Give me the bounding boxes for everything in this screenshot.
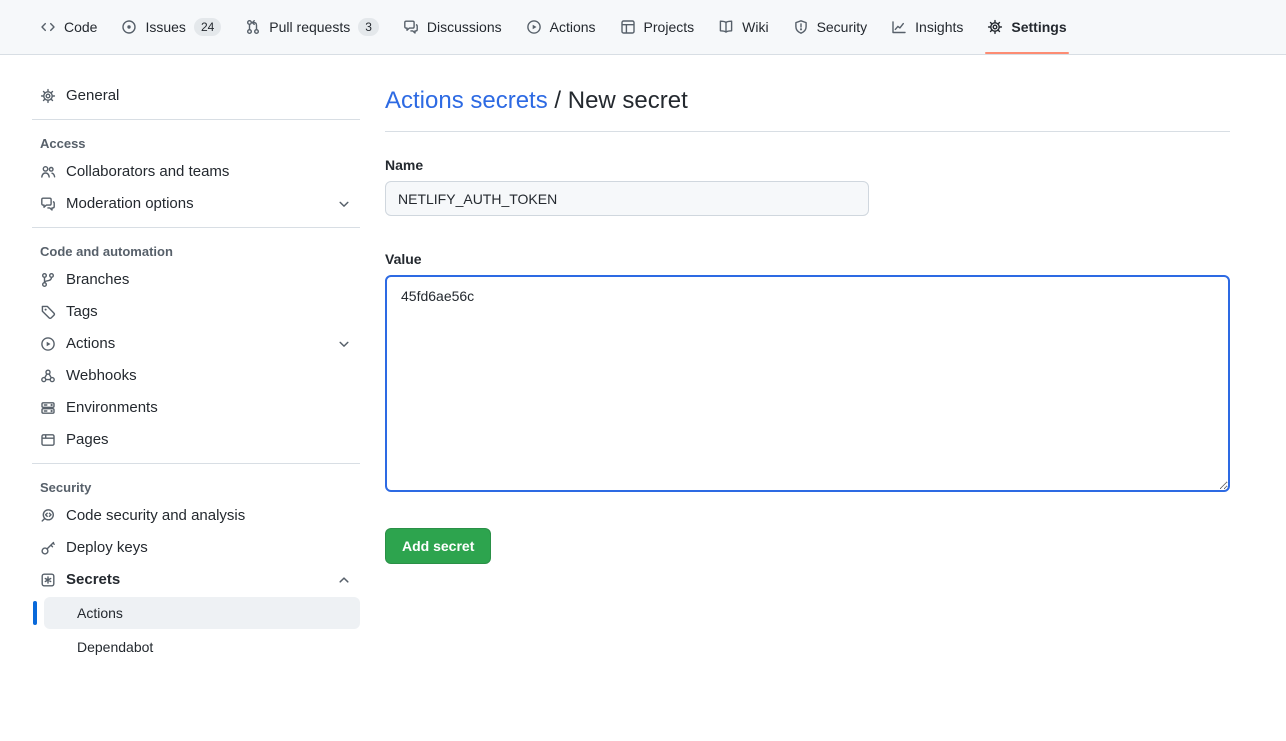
issues-count-badge: 24	[194, 18, 221, 36]
add-secret-button[interactable]: Add secret	[385, 528, 491, 564]
sidebar-item-pages[interactable]: Pages	[32, 424, 360, 455]
tab-projects[interactable]: Projects	[608, 0, 707, 54]
tab-insights[interactable]: Insights	[879, 0, 975, 54]
settings-sidebar: General Access Collaborators and teams M…	[32, 79, 360, 665]
tab-label: Projects	[644, 19, 695, 35]
sidebar-item-actions[interactable]: Actions	[32, 328, 360, 359]
secret-name-input[interactable]	[385, 181, 869, 216]
sidebar-section-security: Security	[32, 472, 360, 499]
sidebar-item-label: Webhooks	[66, 367, 352, 384]
sidebar-section-code-and-automation: Code and automation	[32, 236, 360, 263]
play-icon	[40, 336, 56, 352]
sidebar-item-label: Branches	[66, 271, 352, 288]
breadcrumb-current: New secret	[568, 87, 688, 114]
sidebar-item-label: General	[66, 87, 352, 104]
chevron-up-icon	[336, 572, 352, 588]
tab-label: Code	[64, 19, 97, 35]
divider	[32, 227, 360, 228]
tab-settings[interactable]: Settings	[975, 0, 1078, 54]
tab-label: Actions	[550, 19, 596, 35]
tab-label: Insights	[915, 19, 963, 35]
play-icon	[526, 19, 542, 35]
new-secret-panel: Actions secrets / New secret Name Value …	[385, 79, 1230, 665]
sidebar-item-label: Environments	[66, 399, 352, 416]
sidebar-item-collaborators-and-teams[interactable]: Collaborators and teams	[32, 156, 360, 187]
settings-layout: General Access Collaborators and teams M…	[0, 55, 1286, 665]
sidebar-subitem-secrets-dependabot[interactable]: Dependabot	[44, 631, 360, 663]
pull-requests-count-badge: 3	[358, 18, 379, 36]
issue-opened-icon	[121, 19, 137, 35]
browser-icon	[40, 432, 56, 448]
comment-discussion-icon	[403, 19, 419, 35]
page-title: Actions secrets / New secret	[385, 87, 1230, 132]
table-icon	[620, 19, 636, 35]
codescan-icon	[40, 508, 56, 524]
tab-label: Security	[817, 19, 868, 35]
sidebar-item-label: Moderation options	[66, 195, 326, 212]
tab-security[interactable]: Security	[781, 0, 880, 54]
sidebar-item-label: Secrets	[66, 571, 326, 588]
tab-issues[interactable]: Issues 24	[109, 0, 233, 54]
people-icon	[40, 164, 56, 180]
tag-icon	[40, 304, 56, 320]
sidebar-item-label: Deploy keys	[66, 539, 352, 556]
tab-actions[interactable]: Actions	[514, 0, 608, 54]
git-branch-icon	[40, 272, 56, 288]
tab-label: Discussions	[427, 19, 502, 35]
sidebar-item-tags[interactable]: Tags	[32, 296, 360, 327]
divider	[32, 119, 360, 120]
gear-icon	[987, 19, 1003, 35]
sidebar-subitem-label: Dependabot	[77, 639, 153, 655]
sidebar-subitem-label: Actions	[77, 605, 123, 621]
asterisk-box-icon	[40, 572, 56, 588]
sidebar-section-access: Access	[32, 128, 360, 155]
sidebar-item-label: Tags	[66, 303, 352, 320]
code-icon	[40, 19, 56, 35]
sidebar-item-environments[interactable]: Environments	[32, 392, 360, 423]
sidebar-item-label: Code security and analysis	[66, 507, 352, 524]
comment-discussion-icon	[40, 196, 56, 212]
sidebar-item-branches[interactable]: Branches	[32, 264, 360, 295]
book-icon	[718, 19, 734, 35]
sidebar-subitem-secrets-actions[interactable]: Actions	[44, 597, 360, 629]
tab-wiki[interactable]: Wiki	[706, 0, 780, 54]
sidebar-item-moderation-options[interactable]: Moderation options	[32, 188, 360, 219]
sidebar-item-secrets[interactable]: Secrets	[32, 564, 360, 595]
secret-name-label: Name	[385, 157, 1230, 173]
chevron-down-icon	[336, 336, 352, 352]
server-icon	[40, 400, 56, 416]
secret-value-textarea[interactable]: 45fd6ae56c	[385, 275, 1230, 492]
sidebar-item-label: Actions	[66, 335, 326, 352]
secret-value-label: Value	[385, 251, 1230, 267]
repo-tab-bar: Code Issues 24 Pull requests 3 Discussio…	[0, 0, 1286, 55]
shield-icon	[793, 19, 809, 35]
sidebar-item-label: Collaborators and teams	[66, 163, 352, 180]
chevron-down-icon	[336, 196, 352, 212]
sidebar-item-label: Pages	[66, 431, 352, 448]
graph-icon	[891, 19, 907, 35]
gear-icon	[40, 88, 56, 104]
tab-label: Pull requests	[269, 19, 350, 35]
sidebar-item-general[interactable]: General	[32, 80, 360, 111]
tab-label: Settings	[1011, 19, 1066, 35]
sidebar-item-deploy-keys[interactable]: Deploy keys	[32, 532, 360, 563]
actions-secrets-breadcrumb-link[interactable]: Actions secrets	[385, 87, 548, 114]
tab-label: Issues	[145, 19, 185, 35]
sidebar-item-code-security-and-analysis[interactable]: Code security and analysis	[32, 500, 360, 531]
key-icon	[40, 540, 56, 556]
sidebar-item-webhooks[interactable]: Webhooks	[32, 360, 360, 391]
tab-discussions[interactable]: Discussions	[391, 0, 514, 54]
breadcrumb-separator: /	[554, 87, 561, 114]
tab-code[interactable]: Code	[28, 0, 109, 54]
webhook-icon	[40, 368, 56, 384]
tab-pull-requests[interactable]: Pull requests 3	[233, 0, 391, 54]
tab-label: Wiki	[742, 19, 768, 35]
divider	[32, 463, 360, 464]
git-pull-request-icon	[245, 19, 261, 35]
